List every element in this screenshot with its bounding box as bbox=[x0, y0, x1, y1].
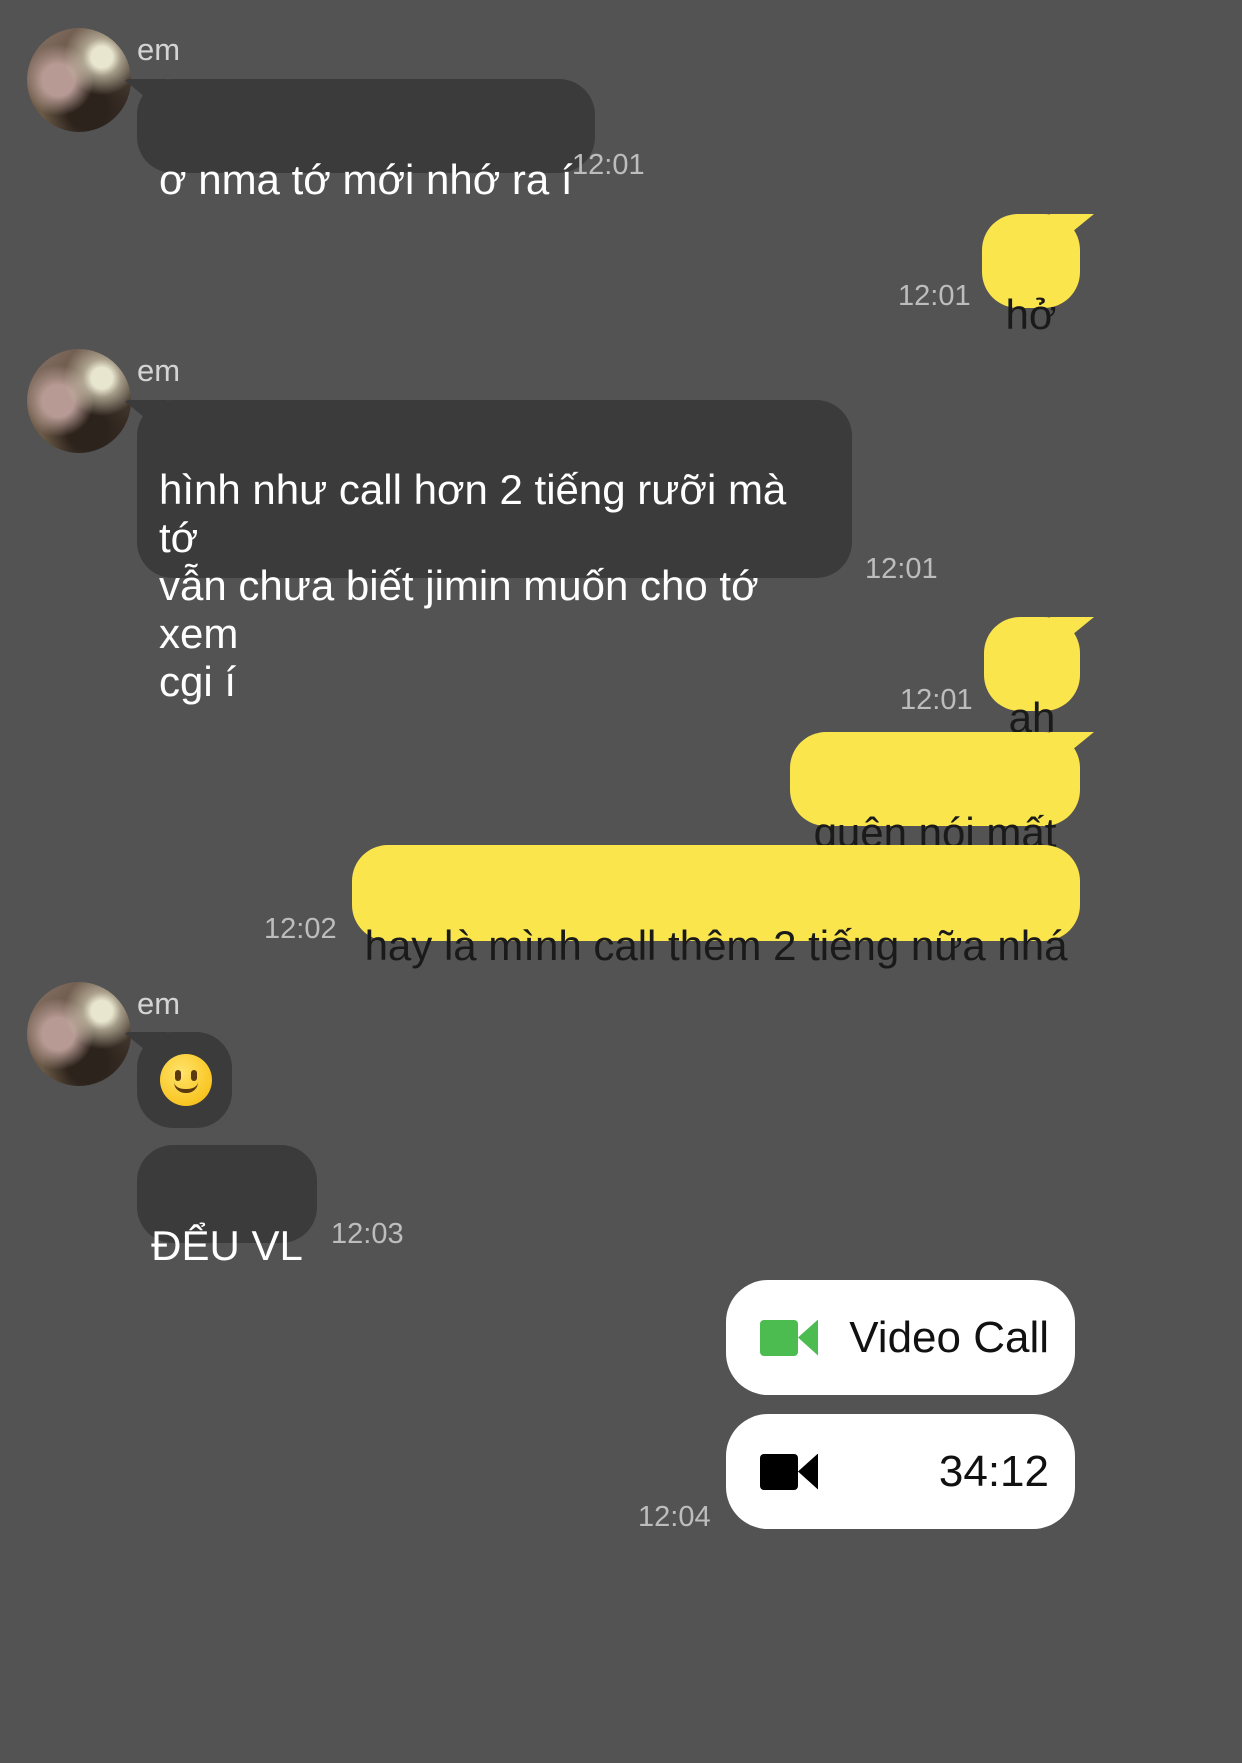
message-bubble[interactable]: hay là mình call thêm 2 tiếng nữa nhá bbox=[352, 845, 1080, 969]
sender-name: em bbox=[137, 986, 181, 1021]
message-bubble[interactable]: ĐỂU VL bbox=[137, 1145, 317, 1269]
message-bubble[interactable]: quên nói mất bbox=[790, 732, 1080, 856]
call-label: Video Call bbox=[849, 1312, 1049, 1362]
message-time: 12:04 bbox=[638, 1501, 711, 1533]
message-bubble[interactable]: hình như call hơn 2 tiếng rưỡi mà tớ vẫn… bbox=[137, 400, 852, 705]
message-bubble[interactable] bbox=[137, 1032, 232, 1128]
message-time: 12:01 bbox=[900, 684, 973, 716]
message-text: hở bbox=[1005, 291, 1057, 338]
video-camera-icon bbox=[760, 1453, 820, 1490]
message-text: ĐỂU VL bbox=[151, 1222, 303, 1269]
avatar[interactable] bbox=[27, 349, 131, 453]
message-bubble[interactable]: hở bbox=[982, 214, 1080, 338]
message-time: 12:01 bbox=[898, 280, 971, 312]
sender-name: em bbox=[137, 32, 181, 67]
message-bubble[interactable]: ơ nma tớ mới nhớ ra í bbox=[137, 79, 595, 203]
message-time: 12:01 bbox=[572, 149, 645, 181]
sender-name: em bbox=[137, 353, 181, 388]
message-text: ơ nma tớ mới nhớ ra í bbox=[159, 156, 573, 203]
message-time: 12:01 bbox=[865, 553, 938, 585]
slightly-smiling-face-icon bbox=[160, 1054, 212, 1106]
call-duration: 34:12 bbox=[938, 1446, 1049, 1496]
message-time: 12:03 bbox=[331, 1218, 404, 1250]
message-time: 12:02 bbox=[264, 913, 337, 945]
avatar[interactable] bbox=[27, 982, 131, 1086]
video-call-card[interactable]: Video Call bbox=[726, 1280, 1075, 1395]
call-duration-card[interactable]: 34:12 bbox=[726, 1414, 1075, 1529]
message-text: hay là mình call thêm 2 tiếng nữa nhá bbox=[364, 922, 1068, 969]
message-text: hình như call hơn 2 tiếng rưỡi mà tớ vẫn… bbox=[159, 466, 787, 705]
avatar[interactable] bbox=[27, 28, 131, 132]
message-bubble[interactable]: ah bbox=[984, 617, 1080, 741]
video-camera-icon bbox=[760, 1319, 820, 1356]
